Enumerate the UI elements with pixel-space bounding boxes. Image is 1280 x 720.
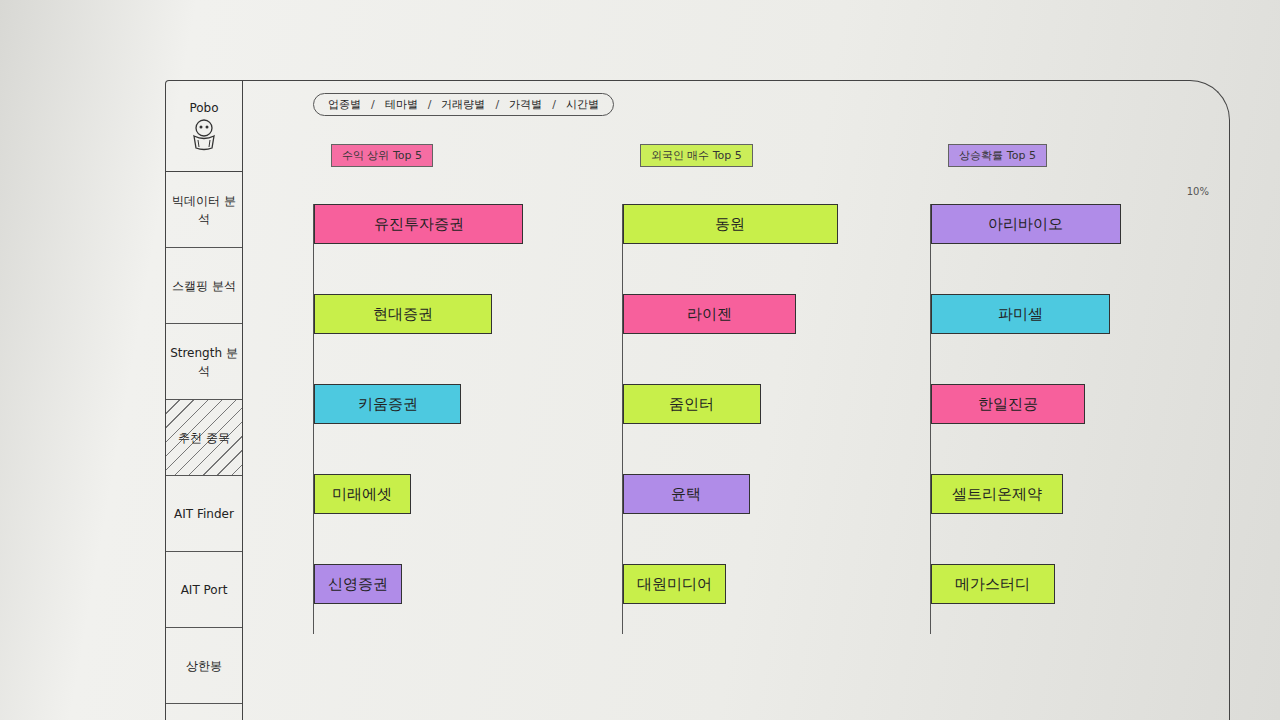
robot-icon xyxy=(187,117,221,151)
sidebar-item[interactable]: AIT Finder xyxy=(166,476,242,552)
stock-bar[interactable]: 한일진공 xyxy=(931,384,1085,424)
stock-bar[interactable]: 현대증권 xyxy=(314,294,492,334)
stock-bar[interactable]: 메가스터디 xyxy=(931,564,1054,604)
filter-tab[interactable]: 가격별 xyxy=(509,97,542,112)
stock-bar[interactable]: 동원 xyxy=(623,204,839,244)
column-title: 수익 상위 Top 5 xyxy=(331,144,433,167)
filter-tab[interactable]: 테마별 xyxy=(385,97,418,112)
sidebar-item[interactable]: AIT Port xyxy=(166,552,242,628)
stock-bar[interactable]: 미래에셋 xyxy=(314,474,411,514)
filter-tab[interactable]: 업종별 xyxy=(328,97,361,112)
ranking-column: 상승확률 Top 5 10% 아리바이오파미셀한일진공셀트리온제약메가스터디 xyxy=(930,144,1209,634)
sketch-page: Pobo 빅데이터 분석스캘핑 분석Strength 분석추천 종목AIT Fi… xyxy=(0,0,1280,720)
filter-tab[interactable]: 거래량별 xyxy=(441,97,485,112)
sidebar-item[interactable]: 빅데이터 분석 xyxy=(166,172,242,248)
bar-list: 아리바이오파미셀한일진공셀트리온제약메가스터디 xyxy=(930,204,1209,634)
scale-label: 10% xyxy=(1187,186,1209,197)
stock-bar[interactable]: 유진투자증권 xyxy=(314,204,523,244)
stock-bar[interactable]: 윤택 xyxy=(623,474,751,514)
logo[interactable]: Pobo xyxy=(166,81,242,172)
app-frame: Pobo 빅데이터 분석스캘핑 분석Strength 분석추천 종목AIT Fi… xyxy=(165,80,1230,720)
sidebar-item[interactable]: Strength 분석 xyxy=(166,324,242,400)
ranking-grid: 수익 상위 Top 5 유진투자증권현대증권키움증권미래에셋신영증권외국인 매수… xyxy=(313,144,1209,634)
stock-bar[interactable]: 아리바이오 xyxy=(931,204,1120,244)
stock-bar[interactable]: 신영증권 xyxy=(314,564,402,604)
tab-separator: / xyxy=(552,98,556,111)
main-area: 업종별 / 테마별 / 거래량별 / 가격별 / 시간별 수익 상위 Top 5 유진투… xyxy=(243,81,1229,720)
bar-list: 유진투자증권현대증권키움증권미래에셋신영증권 xyxy=(313,204,592,634)
stock-bar[interactable]: 파미셀 xyxy=(931,294,1109,334)
filter-tab[interactable]: 시간별 xyxy=(566,97,599,112)
column-title: 상승확률 Top 5 xyxy=(948,144,1047,167)
sidebar: Pobo 빅데이터 분석스캘핑 분석Strength 분석추천 종목AIT Fi… xyxy=(166,81,243,720)
tab-separator: / xyxy=(495,98,499,111)
ranking-column: 수익 상위 Top 5 유진투자증권현대증권키움증권미래에셋신영증권 xyxy=(313,144,592,634)
sidebar-item[interactable]: 추천 종목 xyxy=(166,400,242,476)
stock-bar[interactable]: 라이젠 xyxy=(623,294,797,334)
stock-bar[interactable]: 셀트리온제약 xyxy=(931,474,1063,514)
tab-separator: / xyxy=(428,98,432,111)
stock-bar[interactable]: 키움증권 xyxy=(314,384,461,424)
bar-list: 동원라이젠줌인터윤택대원미디어 xyxy=(622,204,901,634)
stock-bar[interactable]: 대원미디어 xyxy=(623,564,726,604)
tab-separator: / xyxy=(371,98,375,111)
sidebar-item[interactable]: 상한봉 xyxy=(166,628,242,704)
filter-tabs: 업종별 / 테마별 / 거래량별 / 가격별 / 시간별 xyxy=(313,93,614,116)
column-title: 외국인 매수 Top 5 xyxy=(640,144,753,167)
ranking-column: 외국인 매수 Top 5 동원라이젠줌인터윤택대원미디어 xyxy=(622,144,901,634)
logo-text: Pobo xyxy=(189,101,218,115)
sidebar-item[interactable]: 스캘핑 분석 xyxy=(166,248,242,324)
stock-bar[interactable]: 줌인터 xyxy=(623,384,762,424)
